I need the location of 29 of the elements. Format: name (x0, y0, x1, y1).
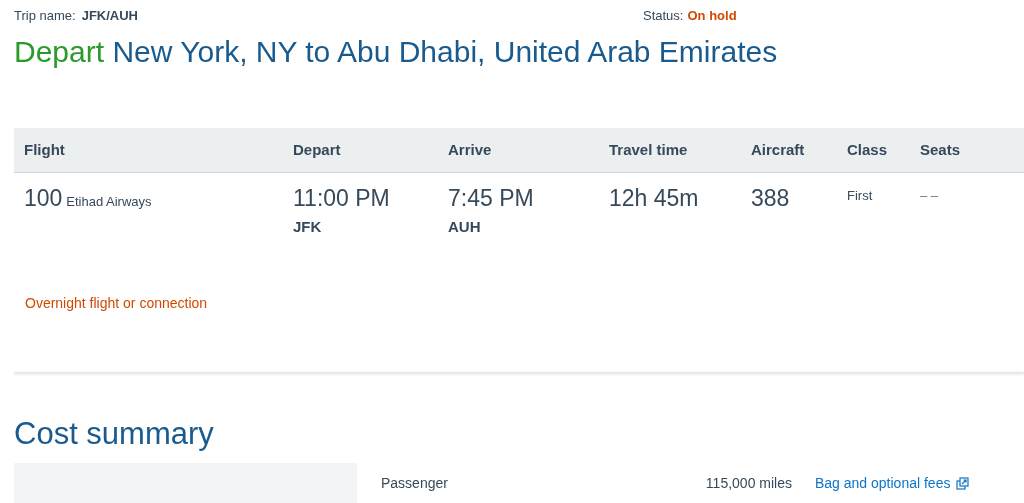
status-label: Status: (643, 8, 684, 23)
column-header: Class (847, 140, 888, 158)
cabin-class: First (847, 188, 873, 203)
overnight-note: Overnight flight or connection (25, 294, 208, 313)
depart-label: Depart (14, 35, 105, 68)
miles-amount: 115,000 miles (704, 473, 792, 493)
aircraft-type: 388 (751, 185, 790, 211)
travel-time: 12h 45m (609, 185, 699, 211)
airport-code: JFK (293, 216, 323, 237)
column-header: Travel time (609, 140, 688, 158)
section-title: Cost summary (14, 415, 215, 453)
trip-name-label: Trip name: (14, 8, 76, 23)
arrive-time: 7:45 PM (448, 185, 534, 211)
bag-fees-link[interactable]: Bag and optional fees (815, 472, 970, 494)
airport-code: AUH (448, 216, 482, 237)
flight-number: 100 (24, 185, 63, 211)
depart-time: 11:00 PM (293, 185, 390, 211)
column-header: Depart (293, 140, 341, 158)
column-header: Aircraft (751, 140, 805, 158)
external-link-icon (956, 476, 970, 490)
column-header: Arrive (448, 140, 492, 158)
column-header: Seats (920, 140, 961, 158)
airline-name: Etihad Airways (66, 194, 152, 209)
column-header: Flight (24, 140, 65, 158)
status-value: On hold (687, 8, 737, 23)
route-title: New York, NY to Abu Dhabi, United Arab Emirates (112, 35, 778, 68)
passenger-label: Passenger (381, 473, 449, 493)
trip-name-value: JFK/AUH (81, 8, 138, 23)
seat-assignment: – – (920, 188, 939, 203)
